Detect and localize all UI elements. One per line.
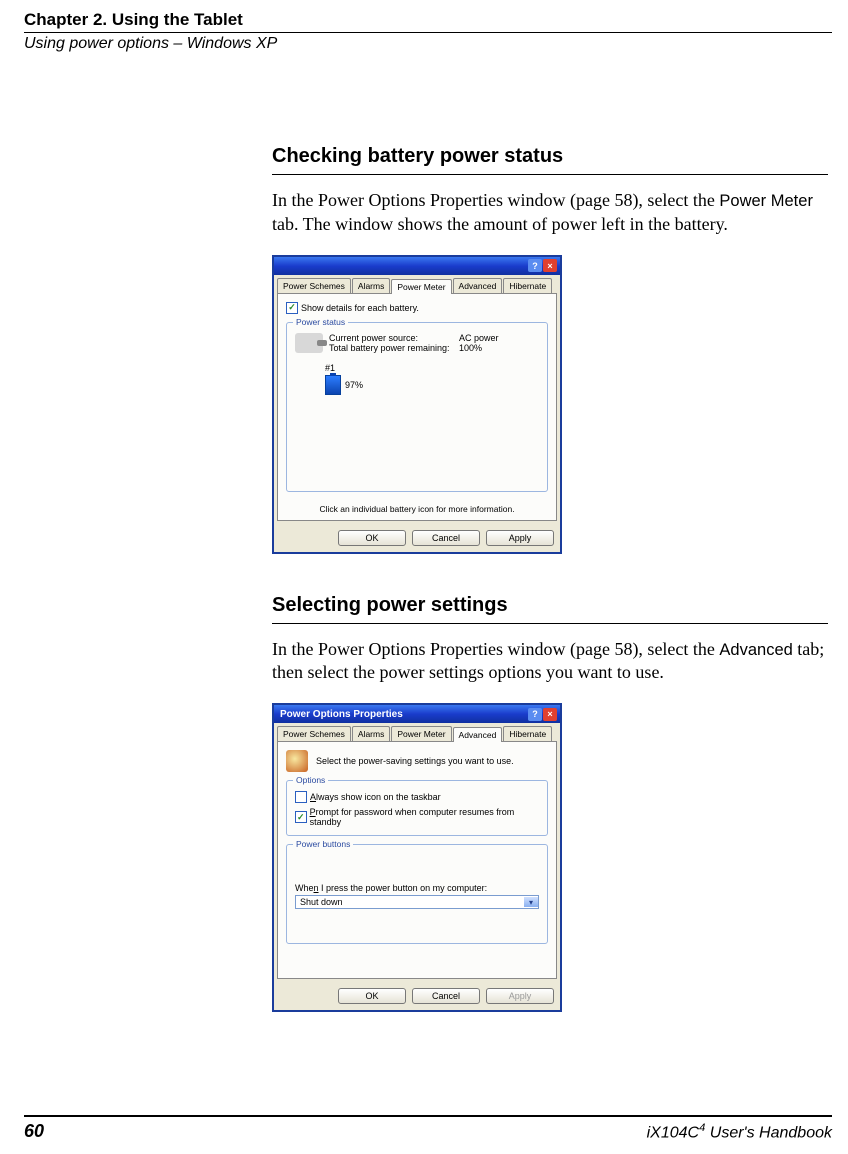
help-icon[interactable]: ? [528,259,542,272]
tab-bar: Power Schemes Alarms Power Meter Advance… [274,723,560,741]
ok-button[interactable]: OK [338,530,406,546]
prompt-password-checkbox[interactable]: Prompt for password when computer resume… [295,807,539,827]
battery-number: #1 [325,363,539,373]
help-icon[interactable]: ? [528,708,542,721]
ac-plug-icon [295,333,323,353]
tab-advanced[interactable]: Advanced [453,727,503,742]
section1-rule [272,174,828,175]
titlebar-title [280,260,527,271]
tab-pane: Select the power-saving settings you wan… [277,741,557,979]
section1-paragraph: In the Power Options Properties window (… [272,189,828,237]
show-details-label: Show details for each battery. [301,303,419,313]
tab-power-schemes[interactable]: Power Schemes [277,726,351,741]
tab-hibernate[interactable]: Hibernate [503,726,552,741]
section1-text-c: tab. The window shows the amount of powe… [272,214,728,234]
power-source-value: AC power [459,333,499,343]
close-icon[interactable]: × [543,708,557,721]
chapter-title: Chapter 2. Using the Tablet [24,10,832,30]
power-meter-dialog: ? × Power Schemes Alarms Power Meter Adv… [272,255,562,554]
page-footer: 60 iX104C4 User's Handbook [24,1115,832,1142]
cancel-button[interactable]: Cancel [412,988,480,1004]
taskbar-icon-checkbox[interactable]: AAlways show icon on the taskbarlways sh… [295,791,441,803]
apply-button[interactable]: Apply [486,988,554,1004]
section1-title: Checking battery power status [272,145,828,168]
power-button-select[interactable]: Shut down ▾ [295,895,539,909]
section-path: Using power options – Windows XP [24,35,832,53]
power-saving-icon [286,750,308,772]
power-source-label: Current power source: [329,333,459,343]
cancel-button[interactable]: Cancel [412,530,480,546]
tab-power-meter[interactable]: Power Meter [391,726,451,741]
page-number: 60 [24,1121,44,1142]
close-icon[interactable]: × [543,259,557,272]
button-row: OK Cancel Apply [274,524,560,552]
taskbar-icon-label: AAlways show icon on the taskbarlways sh… [310,792,441,802]
battery-remaining-value: 100% [459,343,482,353]
button-row: OK Cancel Apply [274,982,560,1010]
battery-percent: 97% [345,380,363,390]
tab-pane: Show details for each battery. Power sta… [277,293,557,521]
section2-paragraph: In the Power Options Properties window (… [272,638,828,686]
power-buttons-label: Power buttons [293,839,353,849]
show-details-checkbox[interactable]: Show details for each battery. [286,302,419,314]
battery-icon[interactable] [325,375,341,395]
power-status-group: Power status Current power source:AC pow… [286,322,548,492]
tab-bar: Power Schemes Alarms Power Meter Advance… [274,275,560,293]
checkbox-icon [295,811,307,823]
tab-hibernate[interactable]: Hibernate [503,278,552,293]
options-group: Options AAlways show icon on the taskbar… [286,780,548,836]
ok-button[interactable]: OK [338,988,406,1004]
tab-alarms[interactable]: Alarms [352,278,390,293]
power-button-prompt: When I press the power button on my comp… [295,883,539,893]
titlebar[interactable]: ? × [274,257,560,275]
section2-title: Selecting power settings [272,594,828,617]
titlebar[interactable]: Power Options Properties ? × [274,705,560,723]
header-rule [24,32,832,33]
section1-tabname: Power Meter [719,192,813,210]
advanced-dialog: Power Options Properties ? × Power Schem… [272,703,562,1012]
power-buttons-group: Power buttons When I press the power but… [286,844,548,944]
chevron-down-icon: ▾ [524,897,538,907]
book-title: iX104C4 User's Handbook [647,1122,832,1142]
checkbox-icon [286,302,298,314]
prompt-password-label: Prompt for password when computer resume… [310,807,539,827]
options-label: Options [293,775,328,785]
group-label: Power status [293,317,348,327]
tab-alarms[interactable]: Alarms [352,726,390,741]
apply-button[interactable]: Apply [486,530,554,546]
battery-hint: Click an individual battery icon for mor… [278,504,556,514]
power-button-value: Shut down [300,897,343,907]
battery-remaining-label: Total battery power remaining: [329,343,459,353]
tab-power-schemes[interactable]: Power Schemes [277,278,351,293]
section1-text-a: In the Power Options Properties window (… [272,190,719,210]
checkbox-icon [295,791,307,803]
titlebar-title: Power Options Properties [280,709,527,720]
section2-text-a: In the Power Options Properties window (… [272,639,719,659]
section2-tabname: Advanced [719,641,792,659]
intro-text: Select the power-saving settings you wan… [316,756,514,766]
section2-rule [272,623,828,624]
tab-advanced[interactable]: Advanced [453,278,503,293]
tab-power-meter[interactable]: Power Meter [391,279,451,294]
